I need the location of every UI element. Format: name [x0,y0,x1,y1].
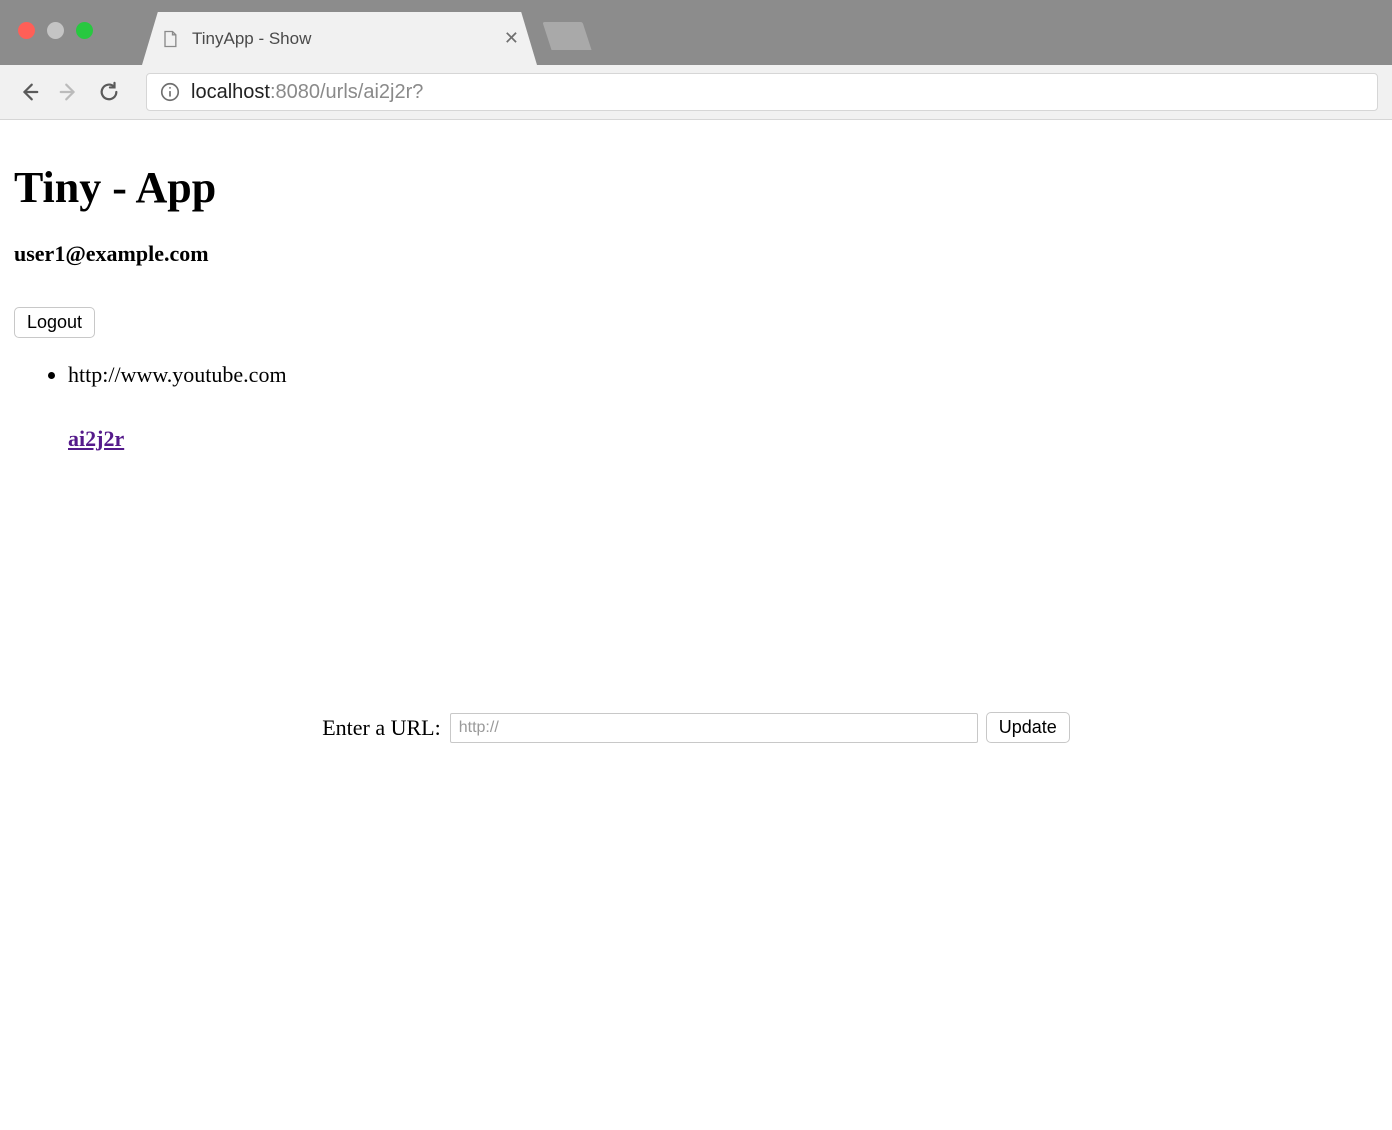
page-icon [160,29,180,49]
browser-toolbar: localhost:8080/urls/ai2j2r? [0,65,1392,120]
long-url-text: http://www.youtube.com [68,362,1378,388]
page-title: Tiny - App [14,162,1378,213]
list-item: http://www.youtube.com [68,362,1378,388]
short-url-link[interactable]: ai2j2r [68,426,124,451]
user-email: user1@example.com [14,241,1378,267]
window-minimize-button[interactable] [47,22,64,39]
logout-button[interactable]: Logout [14,307,95,338]
window-maximize-button[interactable] [76,22,93,39]
close-icon[interactable]: ✕ [504,28,519,49]
info-icon[interactable] [159,81,181,103]
url-list: http://www.youtube.com [14,362,1378,388]
url-input-label: Enter a URL: [322,715,441,741]
update-button[interactable]: Update [986,712,1070,743]
window-controls [18,22,93,39]
browser-tab[interactable]: TinyApp - Show ✕ [142,12,537,65]
tab-title: TinyApp - Show [192,29,496,49]
url-path: :8080/urls/ai2j2r? [270,81,423,104]
page-content: Tiny - App user1@example.com Logout http… [0,120,1392,757]
url-host: localhost [191,81,270,104]
address-bar[interactable]: localhost:8080/urls/ai2j2r? [146,73,1378,111]
update-url-form: Enter a URL: Update [14,712,1378,743]
forward-button[interactable] [54,77,84,107]
new-tab-button[interactable] [542,22,591,50]
browser-tab-strip: TinyApp - Show ✕ [0,0,1392,65]
reload-button[interactable] [94,77,124,107]
back-button[interactable] [14,77,44,107]
window-close-button[interactable] [18,22,35,39]
url-input[interactable] [450,713,978,743]
